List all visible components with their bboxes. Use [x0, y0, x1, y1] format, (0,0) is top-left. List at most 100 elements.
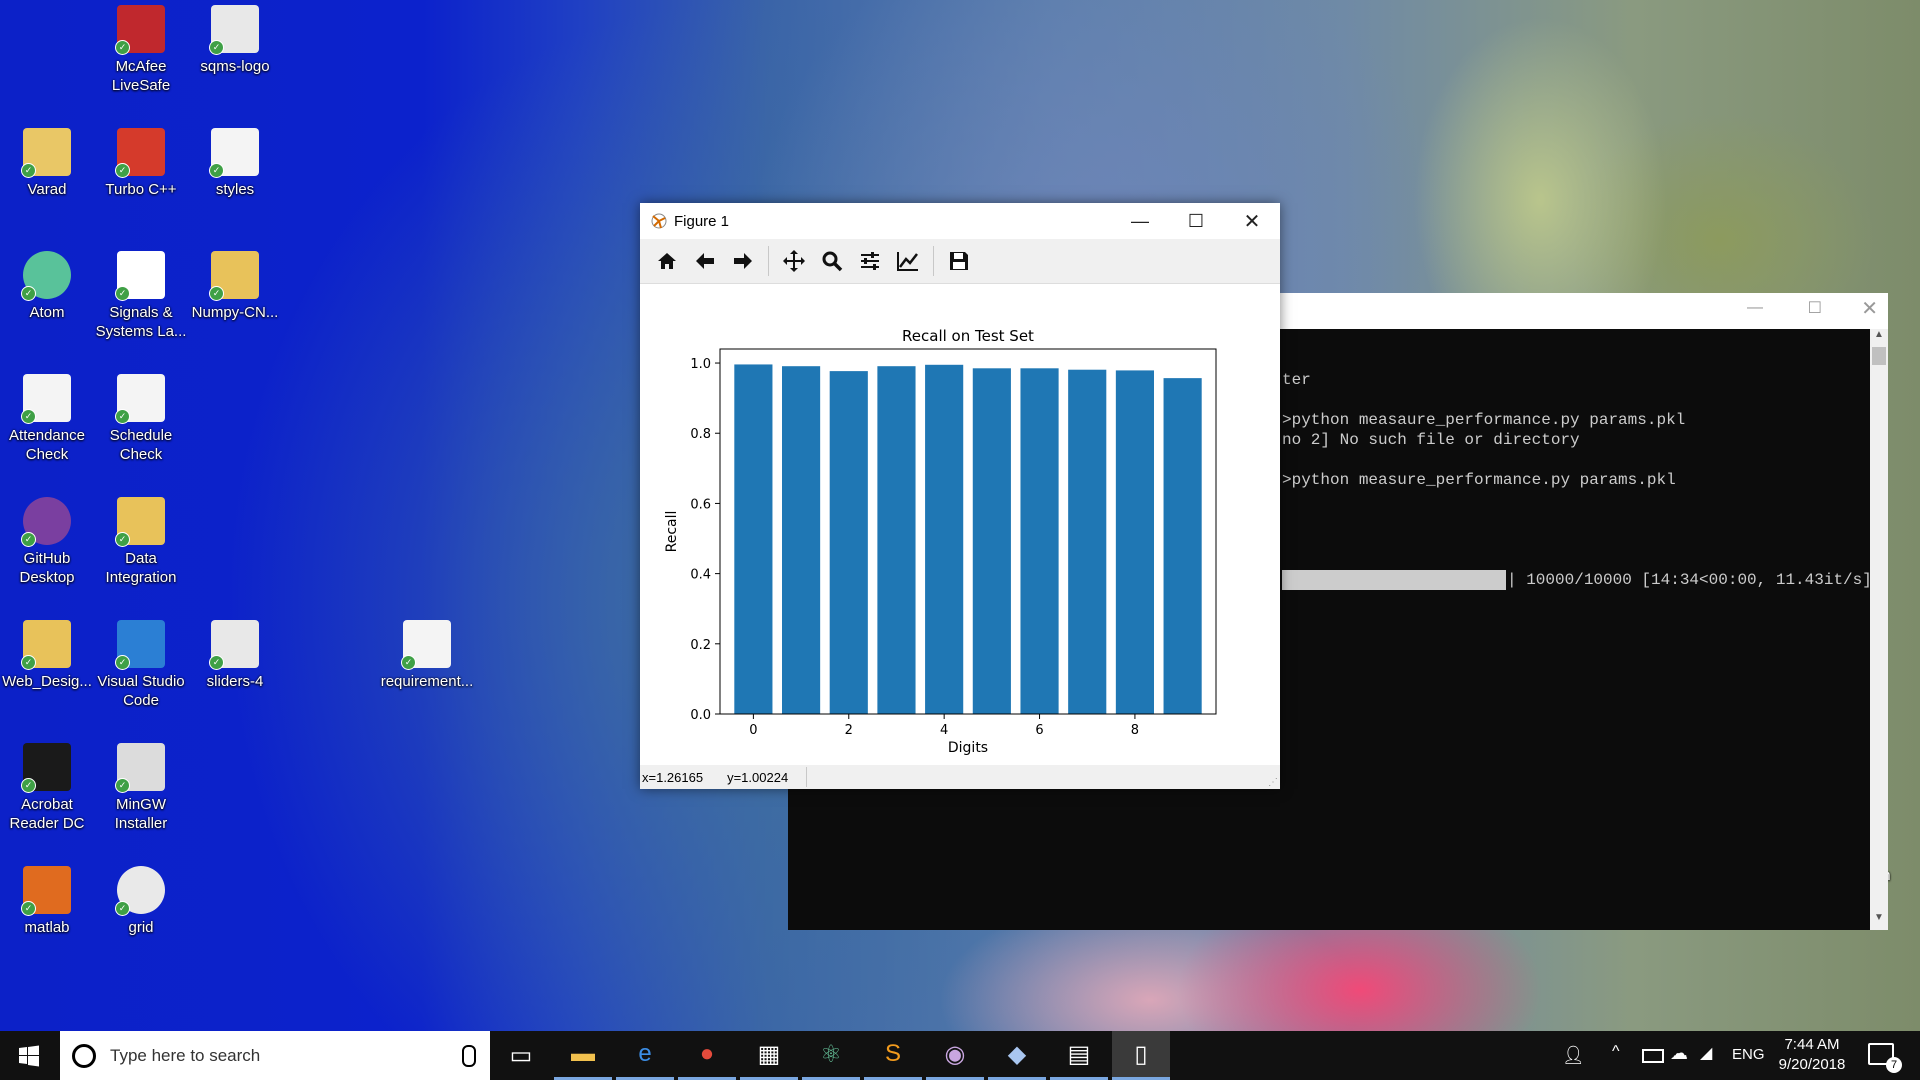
task-view-icon[interactable]: ▭: [492, 1031, 550, 1080]
forward-arrow-icon[interactable]: [724, 242, 762, 280]
box-icon[interactable]: ◆: [988, 1031, 1046, 1080]
figure-titlebar[interactable]: Figure 1 — ☐ ✕: [640, 203, 1280, 239]
terminal-icon[interactable]: ▤: [1050, 1031, 1108, 1080]
desktop-icon[interactable]: ✓ Data Integration: [94, 497, 188, 587]
desktop-icon-label: Varad: [27, 181, 67, 198]
close-icon[interactable]: ✕: [1861, 296, 1878, 321]
desktop-icon[interactable]: ✓ Turbo C++: [94, 128, 188, 199]
desktop-icon-label: Atom: [29, 304, 65, 321]
bar-chart[interactable]: 0 2 4 6 8 0.0 0.2 0.4 0.6 0.8 1.0 Recall on Test Se…: [640, 284, 1280, 765]
atom-icon[interactable]: ⚛: [802, 1031, 860, 1080]
desktop-icon[interactable]: ✓ Varad: [0, 128, 94, 199]
scrollbar[interactable]: ▲ ▼: [1870, 329, 1888, 930]
excel-icon: ✓: [115, 374, 165, 424]
maximize-icon[interactable]: ☐: [1808, 298, 1822, 318]
desktop-icon-label: Attendance Check: [9, 427, 85, 463]
edit-axes-icon[interactable]: [889, 242, 927, 280]
desktop-icon[interactable]: ✓ matlab: [0, 866, 94, 937]
document-icon[interactable]: ▯: [1112, 1031, 1170, 1080]
store-icon[interactable]: ▦: [740, 1031, 798, 1080]
desktop-icon[interactable]: ✓ styles: [188, 128, 282, 199]
zoom-icon[interactable]: [813, 242, 851, 280]
desktop-icon[interactable]: ✓ Numpy-CN...: [188, 251, 282, 322]
home-icon[interactable]: [648, 242, 686, 280]
text-file-icon: ✓: [401, 620, 451, 670]
desktop-icon-label: sliders-4: [206, 673, 264, 690]
clock[interactable]: 7:44 AM 9/20/2018: [1770, 1035, 1854, 1075]
sublime-icon[interactable]: S: [864, 1031, 922, 1080]
turbo-cpp-icon: ✓: [115, 128, 165, 178]
onedrive-icon[interactable]: ☁: [1670, 1043, 1688, 1064]
desktop-icon-label: Schedule Check: [109, 427, 173, 463]
desktop-icon[interactable]: ✓ Acrobat Reader DC: [0, 743, 94, 833]
desktop-icon-label: McAfee LiveSafe: [111, 58, 171, 94]
back-arrow-icon[interactable]: [686, 242, 724, 280]
plot-area[interactable]: 0 2 4 6 8 0.0 0.2 0.4 0.6 0.8 1.0 Recall on Test Se…: [640, 284, 1280, 765]
vscode-icon: ✓: [115, 620, 165, 670]
scroll-thumb[interactable]: [1872, 347, 1886, 365]
show-hidden-icons-icon[interactable]: ^: [1612, 1043, 1620, 1061]
desktop-icon-label: Visual Studio Code: [97, 673, 185, 709]
wifi-icon[interactable]: ◢: [1700, 1043, 1712, 1063]
file-explorer-icon[interactable]: ▬: [554, 1031, 612, 1080]
bar: [877, 366, 916, 714]
sync-check-icon: ✓: [209, 40, 224, 55]
sync-check-icon: ✓: [21, 163, 36, 178]
people-icon[interactable]: 👤︎: [1562, 1045, 1585, 1066]
action-center-icon[interactable]: 7: [1868, 1043, 1902, 1073]
folder-icon: ✓: [115, 497, 165, 547]
excel-icon: ✓: [21, 374, 71, 424]
close-button[interactable]: ✕: [1224, 203, 1280, 239]
start-button[interactable]: [0, 1031, 58, 1080]
desktop-icon[interactable]: ✓ Web_Desig...: [0, 620, 94, 691]
sync-check-icon: ✓: [401, 655, 416, 670]
minimize-button[interactable]: —: [1112, 203, 1168, 239]
maximize-button[interactable]: ☐: [1168, 203, 1224, 239]
x-tick-label: 4: [940, 723, 948, 738]
desktop-icon[interactable]: ✓ sqms-logo: [188, 5, 282, 76]
x-tick-label: 2: [845, 723, 853, 738]
desktop-icon[interactable]: ✓ McAfee LiveSafe: [94, 5, 188, 95]
chrome-icon[interactable]: ●: [678, 1031, 736, 1080]
save-icon[interactable]: [940, 242, 978, 280]
sync-check-icon: ✓: [21, 901, 36, 916]
desktop-icon[interactable]: ✓ sliders-4: [188, 620, 282, 691]
desktop-icon[interactable]: ✓ grid: [94, 866, 188, 937]
scroll-up-icon[interactable]: ▲: [1870, 329, 1888, 347]
desktop-icon-label: requirement...: [380, 673, 474, 690]
bar: [925, 364, 964, 714]
microphone-icon[interactable]: [462, 1044, 476, 1067]
desktop-icon-label: Turbo C++: [105, 181, 177, 198]
desktop-icon-label: grid: [128, 919, 154, 936]
bar: [734, 364, 773, 714]
desktop-icon[interactable]: ✓ GitHub Desktop: [0, 497, 94, 587]
github-icon[interactable]: ◉: [926, 1031, 984, 1080]
desktop-icon-label: sqms-logo: [200, 58, 270, 75]
desktop-icon[interactable]: ✓ Atom: [0, 251, 94, 322]
minimize-icon[interactable]: —: [1747, 299, 1763, 317]
sync-check-icon: ✓: [21, 286, 36, 301]
search-placeholder: Type here to search: [110, 1045, 261, 1065]
progress-bar: [1282, 570, 1506, 590]
desktop-icon[interactable]: ✓ MinGW Installer: [94, 743, 188, 833]
desktop-icon[interactable]: ✓ Schedule Check: [94, 374, 188, 464]
edge-icon[interactable]: e: [616, 1031, 674, 1080]
desktop-icon-label: Data Integration: [105, 550, 177, 586]
figure-window[interactable]: Figure 1 — ☐ ✕ 0 2 4 6 8 0.0 0.2 0.4 0.6 0.8 1.0 Re…: [640, 203, 1280, 789]
pan-icon[interactable]: [775, 242, 813, 280]
mcafee-icon: ✓: [115, 5, 165, 55]
resize-grip-icon[interactable]: ⋰: [1268, 777, 1278, 788]
battery-icon[interactable]: [1642, 1049, 1664, 1063]
cursor-x-readout: x=1.26165: [642, 769, 704, 785]
desktop-icon[interactable]: ✓ Signals & Systems La...: [94, 251, 188, 341]
console-line: ter: [1282, 371, 1311, 389]
desktop-icon[interactable]: ✓ requirement...: [380, 620, 474, 691]
sync-check-icon: ✓: [115, 286, 130, 301]
search-box[interactable]: Type here to search: [60, 1031, 490, 1080]
language-indicator[interactable]: ENG: [1732, 1046, 1765, 1063]
atom-icon: ✓: [21, 251, 71, 301]
scroll-down-icon[interactable]: ▼: [1870, 912, 1888, 930]
desktop-icon[interactable]: ✓ Visual Studio Code: [94, 620, 188, 710]
subplots-icon[interactable]: [851, 242, 889, 280]
desktop-icon[interactable]: ✓ Attendance Check: [0, 374, 94, 464]
